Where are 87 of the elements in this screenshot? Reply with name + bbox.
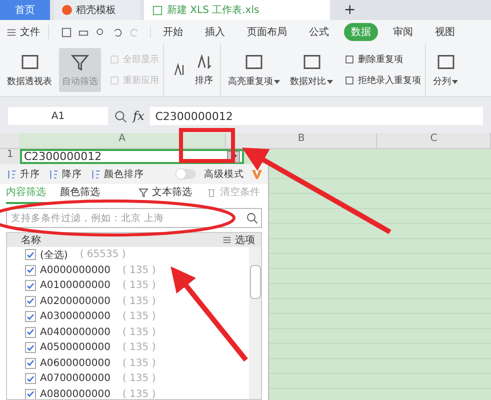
item-count: ( 135 ) <box>122 358 156 369</box>
small-icon <box>344 75 355 86</box>
active-cell[interactable]: C2300000012 <box>20 149 244 164</box>
scrollbar[interactable] <box>249 247 261 399</box>
ribbon-button[interactable]: 数据对比 <box>287 48 336 92</box>
funnel-icon <box>138 186 149 198</box>
vip-icon <box>252 170 262 178</box>
advanced-mode-label: 高级模式 <box>204 168 244 180</box>
list-item-label[interactable]: A0600000000 <box>40 358 110 369</box>
search-icon <box>246 212 258 224</box>
menu-icon <box>6 26 17 38</box>
new-tab-button[interactable]: + <box>334 0 366 20</box>
sort-icon <box>6 168 17 180</box>
item-count: ( 135 ) <box>122 373 156 384</box>
search-field[interactable]: 支持多条件过滤，例如：北京 上海 <box>6 208 262 228</box>
sort-option[interactable]: 颜色排序 <box>90 168 144 180</box>
checkbox[interactable] <box>25 358 36 369</box>
list-item-label[interactable]: A0200000000 <box>40 296 110 307</box>
filter-tab[interactable]: 颜色筛选 <box>60 185 100 204</box>
column-header[interactable]: A <box>18 133 226 148</box>
formula-field[interactable]: C2300000012 <box>150 107 483 125</box>
document-tab[interactable]: 稻壳模板 <box>54 0 140 20</box>
item-count: ( 135 ) <box>122 311 156 322</box>
checkbox[interactable] <box>25 342 36 354</box>
list-item-label[interactable]: A0000000000 <box>40 264 110 276</box>
checkbox[interactable] <box>25 296 36 307</box>
item-count: ( 135 ) <box>122 342 156 354</box>
list-item-label[interactable]: A0100000000 <box>40 280 110 292</box>
funnel-icon <box>70 52 90 72</box>
redo-icon <box>129 26 140 38</box>
ribbon-tab[interactable]: 页面布局 <box>240 23 294 41</box>
ribbon-button[interactable]: 删除重复项 <box>344 53 421 66</box>
ribbon-tab[interactable]: 视图 <box>428 23 462 41</box>
small-icon <box>109 75 120 86</box>
small-icon <box>344 54 355 65</box>
highlight-rectangle <box>179 128 235 163</box>
checkbox[interactable] <box>25 311 36 322</box>
ribbon-tab[interactable]: 插入 <box>198 23 232 41</box>
row-header[interactable]: 1 <box>0 149 20 164</box>
list-item-label[interactable]: A0800000000 <box>40 388 110 399</box>
list-item-label[interactable]: A0400000000 <box>40 326 110 338</box>
spreadsheet-icon <box>152 4 163 16</box>
column-header[interactable]: C <box>377 133 491 148</box>
item-count: ( 135 ) <box>122 296 156 307</box>
menu-icon <box>222 235 232 245</box>
options-button[interactable]: 选项 <box>222 233 255 247</box>
ribbon-tab[interactable]: 开始 <box>156 23 190 41</box>
checkbox[interactable] <box>25 388 36 399</box>
sort-descending-icon <box>195 53 213 71</box>
sort-button[interactable]: 排序 <box>192 53 216 87</box>
item-count: ( 65535 ) <box>80 249 126 260</box>
undo-icon <box>112 26 123 38</box>
filter-tab[interactable]: 文本筛选 <box>138 185 192 204</box>
list-header: 名称 <box>21 234 41 247</box>
item-count: ( 135 ) <box>122 388 156 399</box>
list-item-label[interactable]: A0300000000 <box>40 311 110 322</box>
function-label: fx <box>133 109 144 123</box>
sort-option[interactable]: 升序 <box>6 168 40 180</box>
item-count: ( 135 ) <box>122 264 156 276</box>
sort-option[interactable]: 降序 <box>48 168 82 180</box>
list-item-label[interactable]: A0700000000 <box>40 373 110 384</box>
ribbon-button[interactable]: 拒绝录入重复项 <box>344 74 421 87</box>
checkbox[interactable] <box>25 264 36 276</box>
checkbox[interactable] <box>25 373 36 384</box>
ribbon-tab[interactable]: 审阅 <box>386 23 420 41</box>
ribbon-tab[interactable]: 公式 <box>302 23 336 41</box>
zoom-icon <box>114 110 127 122</box>
ribbon-button[interactable]: 数据透视表 <box>4 48 55 92</box>
ribbon-button[interactable]: 高亮重复项 <box>225 48 283 92</box>
list-item-label[interactable]: A0500000000 <box>40 342 110 354</box>
toggle-switch[interactable] <box>176 169 196 179</box>
checkbox[interactable] <box>25 249 36 260</box>
sort-icon <box>48 168 59 180</box>
item-count: ( 135 ) <box>122 280 156 292</box>
document-tab[interactable]: 新建 XLS 工作表.xls <box>144 0 330 20</box>
checkbox[interactable] <box>25 326 36 338</box>
trash-icon <box>206 186 217 198</box>
checkbox[interactable] <box>25 280 36 292</box>
name-box[interactable]: A1 <box>8 107 108 125</box>
column-header[interactable]: B <box>226 133 378 148</box>
file-menu[interactable]: 文件 <box>6 25 49 39</box>
sort-icon <box>90 168 101 180</box>
ribbon-button[interactable]: 分列 <box>430 48 461 92</box>
list-item-label[interactable]: (全选) <box>40 248 68 262</box>
document-tab[interactable]: 首页 <box>0 0 50 20</box>
item-count: ( 135 ) <box>122 326 156 338</box>
small-icon <box>109 54 120 65</box>
